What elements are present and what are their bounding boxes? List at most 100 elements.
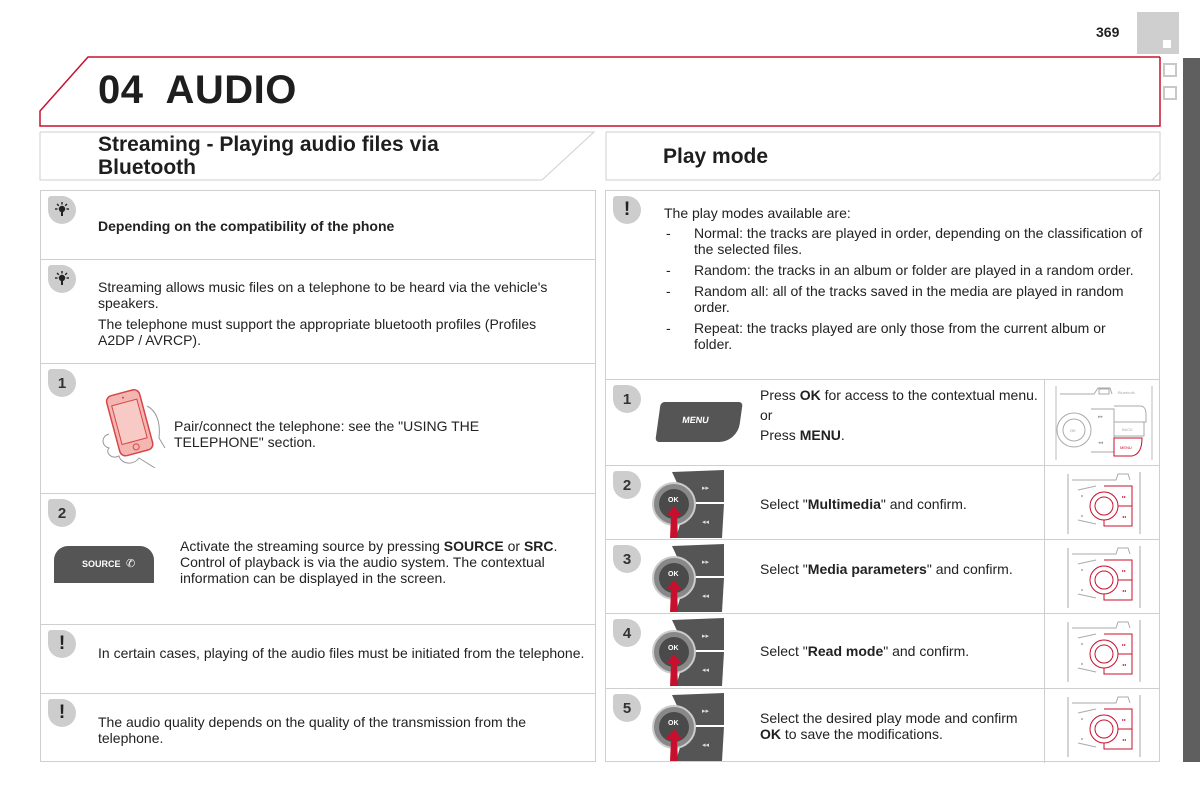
console-bluetooth-label: Bluetooth <box>1118 390 1135 395</box>
svg-text:▸▸: ▸▸ <box>702 559 710 566</box>
svg-text:OK: OK <box>668 645 679 652</box>
ok-knob-illustration: ▸▸ ◂◂ OK <box>646 542 726 612</box>
play-step-2-text: Select "Multimedia" and confirm. <box>760 496 1040 512</box>
play-step-2: 2 ▸▸ ◂◂ OK Select "Multimedia" and confi… <box>606 465 1159 539</box>
menu-button-label: MENU <box>681 415 710 425</box>
play-mode-normal: Normal: the tracks are played in order, … <box>664 225 1144 257</box>
play-mode-repeat: Repeat: the tracks played are only those… <box>664 320 1144 352</box>
step5-bold: OK <box>760 726 781 742</box>
step-number-badge: 3 <box>613 545 641 573</box>
step4-bold: Read mode <box>807 643 884 659</box>
play-step-5: 5 ▸▸ ◂◂ OK Select the desired play mode … <box>606 688 1159 763</box>
console-ok-diagram: ▸▸ ◂◂ <box>1066 546 1142 608</box>
step-2-text-pre: Activate the streaming source by pressin… <box>180 538 444 554</box>
step-1-pair-phone: 1 Pair/connect the telephone: see the "U… <box>41 363 595 493</box>
tip-compatibility-text: Depending on the compatibility of the ph… <box>98 218 395 234</box>
svg-text:▸▸: ▸▸ <box>1122 568 1126 573</box>
svg-text:◂◂: ◂◂ <box>1122 588 1126 593</box>
svg-text:▸▸: ▸▸ <box>1122 494 1126 499</box>
svg-text:▸▸: ▸▸ <box>702 485 710 492</box>
ok-knob-illustration: ▸▸ ◂◂ OK <box>646 468 726 538</box>
tip-streaming-para1: Streaming allows music files on a teleph… <box>98 279 548 311</box>
lightbulb-icon <box>48 196 76 224</box>
exclamation-icon: ! <box>48 699 76 727</box>
svg-text:OK: OK <box>668 497 679 504</box>
source-button-image: SOURCE ✆ <box>54 546 154 586</box>
step2-bold: Multimedia <box>807 496 881 512</box>
svg-text:◂◂: ◂◂ <box>702 742 710 749</box>
warning-initiate-from-phone: ! In certain cases, playing of the audio… <box>41 624 595 693</box>
step3-bold: Media parameters <box>807 561 927 577</box>
play-step-3-text: Select "Media parameters" and confirm. <box>760 561 1040 577</box>
chapter-number: 04 <box>98 68 144 112</box>
warning-audio-quality: ! The audio quality depends on the quali… <box>41 693 595 763</box>
console-ok-diagram: ▸▸ ◂◂ <box>1066 472 1142 534</box>
phone-handset-icon: ✆ <box>126 558 136 570</box>
play-mode-random: Random: the tracks in an album or folder… <box>664 262 1144 278</box>
step5-post: to save the modifications. <box>781 726 943 742</box>
play-step-1-text: Press OK for access to the contextual me… <box>760 387 1050 443</box>
step1-or: or <box>760 407 773 423</box>
step5-pre: Select the desired play mode and confirm <box>760 710 1018 726</box>
play-step-4-text: Select "Read mode" and confirm. <box>760 643 1040 659</box>
phone-in-hand-icon <box>102 389 166 468</box>
step2-pre: Select " <box>760 496 808 512</box>
step1-line1-pre: Press <box>760 387 800 403</box>
right-panel: ! The play modes available are: Normal: … <box>605 190 1160 763</box>
step-2-activate-source: 2 SOURCE ✆ Activate the streaming source… <box>41 493 595 624</box>
svg-text:◂◂: ◂◂ <box>702 593 710 600</box>
step-number-badge: 4 <box>613 619 641 647</box>
step1-ok-bold: OK <box>799 387 821 403</box>
source-button-label: SOURCE <box>82 559 121 569</box>
console-menu-diagram: Bluetooth OK ▸▸ ◂◂ BACK MENU <box>1055 386 1153 460</box>
play-mode-random-all: Random all: all of the tracks saved in t… <box>664 283 1144 315</box>
play-modes-text: The play modes available are: Normal: th… <box>664 205 1144 357</box>
svg-text:◂◂: ◂◂ <box>702 519 710 526</box>
svg-text:◂◂: ◂◂ <box>1122 662 1126 667</box>
step-2-source-bold: SOURCE <box>443 538 504 554</box>
step4-pre: Select " <box>760 643 808 659</box>
console-ok-label: OK <box>1070 428 1076 433</box>
step-number-badge: 2 <box>613 471 641 499</box>
step-2-text: Activate the streaming source by pressin… <box>180 538 580 586</box>
svg-text:OK: OK <box>668 571 679 578</box>
warning-1-text: In certain cases, playing of the audio f… <box>98 645 585 661</box>
ok-knob-illustration: ▸▸ ◂◂ OK <box>646 691 726 761</box>
console-ok-diagram: ▸▸ ◂◂ <box>1066 620 1142 682</box>
console-ok-diagram: ▸▸ ◂◂ <box>1066 695 1142 757</box>
svg-text:◂◂: ◂◂ <box>1122 514 1126 519</box>
tip-streaming-info: Streaming allows music files on a teleph… <box>41 259 595 363</box>
svg-text:▸▸: ▸▸ <box>702 633 710 640</box>
play-modes-intro: The play modes available are: <box>664 205 851 221</box>
step2-post: " and confirm. <box>880 496 967 512</box>
warning-2-text: The audio quality depends on the quality… <box>98 714 527 746</box>
svg-text:◂◂: ◂◂ <box>1098 440 1104 446</box>
console-menu-label: MENU <box>1120 445 1132 450</box>
play-step-4: 4 ▸▸ ◂◂ OK Select "Read mode" and confir… <box>606 613 1159 688</box>
tip-streaming-text: Streaming allows music files on a teleph… <box>98 279 568 353</box>
step3-post: " and confirm. <box>926 561 1013 577</box>
step-number-badge: 1 <box>613 385 641 413</box>
tip-streaming-para2: The telephone must support the appropria… <box>98 316 537 348</box>
svg-text:OK: OK <box>668 720 679 727</box>
step1-line3-post: . <box>840 427 845 443</box>
console-back-label: BACK <box>1122 427 1133 432</box>
play-modes-list: Normal: the tracks are played in order, … <box>664 225 1144 352</box>
play-step-5-text: Select the desired play mode and confirm… <box>760 710 1040 742</box>
step-2-src-bold: SRC <box>523 538 554 554</box>
svg-text:▸▸: ▸▸ <box>702 708 710 715</box>
step-1-text: Pair/connect the telephone: see the "USI… <box>174 418 480 450</box>
step4-post: " and confirm. <box>883 643 970 659</box>
left-panel: Depending on the compatibility of the ph… <box>40 190 596 762</box>
svg-text:▸▸: ▸▸ <box>1122 717 1126 722</box>
tip-compatibility: Depending on the compatibility of the ph… <box>41 191 595 259</box>
chapter-title: 04 AUDIO <box>98 68 297 113</box>
left-section-title: Streaming - Playing audio files via Blue… <box>98 133 439 179</box>
step1-line1-post: for access to the contextual menu. <box>820 387 1038 403</box>
step1-menu-bold: MENU <box>799 427 841 443</box>
play-step-3: 3 ▸▸ ◂◂ OK Select "Media parameters" and… <box>606 539 1159 613</box>
step-number-badge: 1 <box>48 369 76 397</box>
right-section-title: Play mode <box>663 145 769 168</box>
step3-pre: Select " <box>760 561 808 577</box>
menu-button-image: MENU <box>655 402 743 442</box>
